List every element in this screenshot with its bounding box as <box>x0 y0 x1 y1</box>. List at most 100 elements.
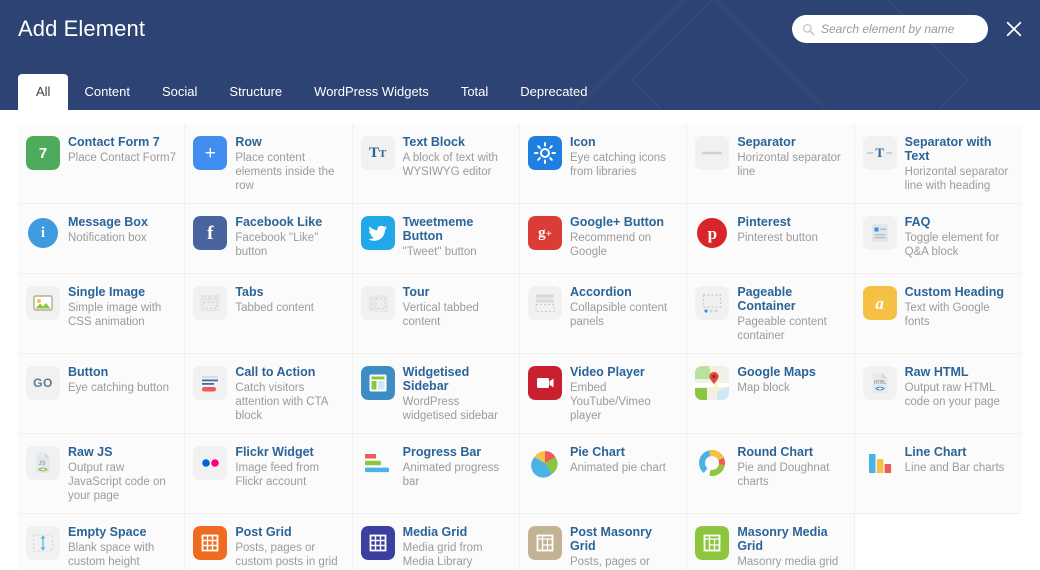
element-card-separator[interactable]: Separator Horizontal separator line <box>687 124 855 204</box>
element-card-text: Tweetmeme Button "Tweet" button <box>403 214 511 259</box>
element-card-text: Text Block A block of text with WYSIWYG e… <box>403 134 511 179</box>
masonry-media-grid-icon <box>695 526 730 560</box>
element-card-text: Google Maps Map block <box>737 364 845 395</box>
element-card-text: Facebook Like Facebook "Like" button <box>235 214 343 259</box>
element-name: Masonry Media Grid <box>737 525 828 553</box>
separator-icon <box>695 136 730 170</box>
message-box-info-icon: i <box>26 216 60 250</box>
element-description: Media grid from Media Library <box>402 542 483 568</box>
tab-wordpress-widgets[interactable]: WordPress Widgets <box>298 74 445 110</box>
element-card-empty-space[interactable]: Empty Space Blank space with custom heigh… <box>18 514 186 570</box>
separator-with-text-icon: T <box>862 136 897 170</box>
row-plus-icon: + <box>193 136 228 170</box>
element-name: Pie Chart <box>569 445 625 459</box>
element-card-post-grid[interactable]: Post Grid Posts, pages or custom posts in… <box>185 514 353 570</box>
element-card-row[interactable]: + Row Place content elements inside the ro… <box>185 124 353 204</box>
element-description: Masonry media grid from Media Library <box>737 556 839 568</box>
element-name: Tweetmeme Button <box>402 215 474 243</box>
close-button[interactable] <box>1002 17 1026 41</box>
icon-sun-icon <box>527 136 562 170</box>
element-description: Horizontal separator line <box>737 152 841 178</box>
element-name: Progress Bar <box>402 445 482 459</box>
element-card-widgetised-sidebar[interactable]: Widgetised Sidebar WordPress widgetised s… <box>352 354 520 434</box>
raw-js-icon: JS <> <box>26 446 60 480</box>
element-description: Catch visitors attention with CTA block <box>235 382 328 422</box>
element-card-video-player[interactable]: Video Player Embed YouTube/Vimeo player <box>519 354 688 434</box>
element-card-faq[interactable]: FAQ Toggle element for Q&A block <box>854 204 1022 274</box>
search-box[interactable] <box>792 15 988 43</box>
element-name: Media Grid <box>402 525 468 539</box>
element-card-icon[interactable]: Icon Eye catching icons from libraries <box>519 124 688 204</box>
element-card-masonry-media-grid[interactable]: Masonry Media Grid Masonry media grid fro… <box>687 514 855 570</box>
tab-all[interactable]: All <box>18 74 69 110</box>
page-title: Add Element <box>18 16 146 41</box>
accordion-icon <box>527 286 562 320</box>
element-description: Pie and Doughnat charts <box>737 462 830 488</box>
element-card-text: Raw HTML Output raw HTML code on your pag… <box>905 364 1014 409</box>
empty-space-icon <box>26 526 60 560</box>
element-card-contact-form-7[interactable]: 7 Contact Form 7 Place Contact Form7 <box>18 124 186 204</box>
element-card-accordion[interactable]: Accordion Collapsible content panels <box>519 274 688 354</box>
element-card-google-button[interactable]: g+ Google+ Button Recommend on Google <box>519 204 688 274</box>
element-card-text: Progress Bar Animated progress bar <box>403 444 511 489</box>
element-card-text: FAQ Toggle element for Q&A block <box>905 214 1014 259</box>
element-card-media-grid[interactable]: Media Grid Media grid from Media Library <box>352 514 520 570</box>
element-card-text: Line Chart Line and Bar charts <box>905 444 1014 475</box>
search-input[interactable] <box>821 22 978 36</box>
element-card-text: Post Grid Posts, pages or custom posts in… <box>235 524 343 569</box>
element-card-text: Row Place content elements inside the row <box>235 134 343 193</box>
element-card-tour[interactable]: Tour Vertical tabbed content <box>352 274 520 354</box>
element-name: Separator with Text <box>904 135 992 163</box>
single-image-icon <box>26 286 60 320</box>
element-description: Horizontal separator line with heading <box>904 166 1009 192</box>
element-description: Image feed from Flickr account <box>235 462 320 488</box>
element-card-separator-with-text[interactable]: T Separator with Text Horizontal separator… <box>854 124 1022 204</box>
element-card-text: Google+ Button Recommend on Google <box>570 214 678 259</box>
widgetised-sidebar-icon <box>360 366 395 400</box>
element-description: Eye catching icons from libraries <box>569 152 666 178</box>
element-card-flickr-widget[interactable]: Flickr Widget Image feed from Flickr acco… <box>185 434 353 514</box>
tab-structure[interactable]: Structure <box>213 74 298 110</box>
element-card-message-box[interactable]: i Message Box Notification box <box>18 204 186 274</box>
tab-deprecated[interactable]: Deprecated <box>504 74 603 110</box>
element-card-single-image[interactable]: Single Image Simple image with CSS animat… <box>18 274 186 354</box>
element-card-progress-bar[interactable]: Progress Bar Animated progress bar <box>352 434 520 514</box>
element-card-raw-html[interactable]: HTML <> Raw HTML Output raw HTML code on yo… <box>854 354 1022 434</box>
element-card-post-masonry-grid[interactable]: Post Masonry Grid Posts, pages or custom … <box>519 514 688 570</box>
element-description: Place Contact Form7 <box>68 152 177 164</box>
twitter-icon <box>360 216 395 250</box>
element-card-call-to-action[interactable]: Call to Action Catch visitors attention w… <box>185 354 353 434</box>
element-name: Single Image <box>68 285 146 299</box>
element-description: "Tweet" button <box>402 246 477 258</box>
element-card-facebook-like[interactable]: f Facebook Like Facebook "Like" button <box>185 204 353 274</box>
element-card-pageable-container[interactable]: Pageable Container Pageable content conta… <box>687 274 855 354</box>
element-name: Call to Action <box>235 365 316 379</box>
tab-social[interactable]: Social <box>146 74 213 110</box>
element-card-tweetmeme-button[interactable]: Tweetmeme Button "Tweet" button <box>352 204 520 274</box>
pageable-container-icon <box>695 286 730 320</box>
element-card-pinterest[interactable]: p Pinterest Pinterest button <box>687 204 855 274</box>
element-description: Output raw JavaScript code on your page <box>68 462 166 502</box>
element-card-text: Single Image Simple image with CSS animat… <box>68 284 176 329</box>
element-description: Animated pie chart <box>569 462 666 474</box>
tab-content[interactable]: Content <box>68 74 146 110</box>
tab-total[interactable]: Total <box>445 74 504 110</box>
element-grid: 7 Contact Form 7 Place Contact Form7 + Row Pl… <box>18 124 1022 570</box>
element-list-scroll-area[interactable]: 7 Contact Form 7 Place Contact Form7 + Row Pl… <box>0 110 1040 570</box>
element-card-tabs[interactable]: Tabs Tabbed content <box>185 274 353 354</box>
element-card-text: Separator with Text Horizontal separator … <box>905 134 1014 193</box>
media-grid-icon <box>360 526 395 560</box>
element-card-button[interactable]: GO Button Eye catching button <box>18 354 186 434</box>
element-description: WordPress widgetised sidebar <box>402 396 498 422</box>
pie-chart-icon <box>528 446 562 480</box>
element-card-google-maps[interactable]: Google Maps Map block <box>687 354 855 434</box>
element-card-round-chart[interactable]: Round Chart Pie and Doughnat charts <box>687 434 855 514</box>
element-card-pie-chart[interactable]: Pie Chart Animated pie chart <box>519 434 688 514</box>
element-card-custom-heading[interactable]: a Custom Heading Text with Google fonts <box>854 274 1022 354</box>
element-card-raw-js[interactable]: JS <> Raw JS Output raw JavaScript code on … <box>18 434 186 514</box>
element-description: Tabbed content <box>235 302 314 314</box>
element-card-line-chart[interactable]: Line Chart Line and Bar charts <box>854 434 1022 514</box>
element-card-text-block[interactable]: TT Text Block A block of text with WYSIWYG… <box>352 124 520 204</box>
round-chart-icon <box>695 446 729 480</box>
element-name: Round Chart <box>737 445 814 459</box>
